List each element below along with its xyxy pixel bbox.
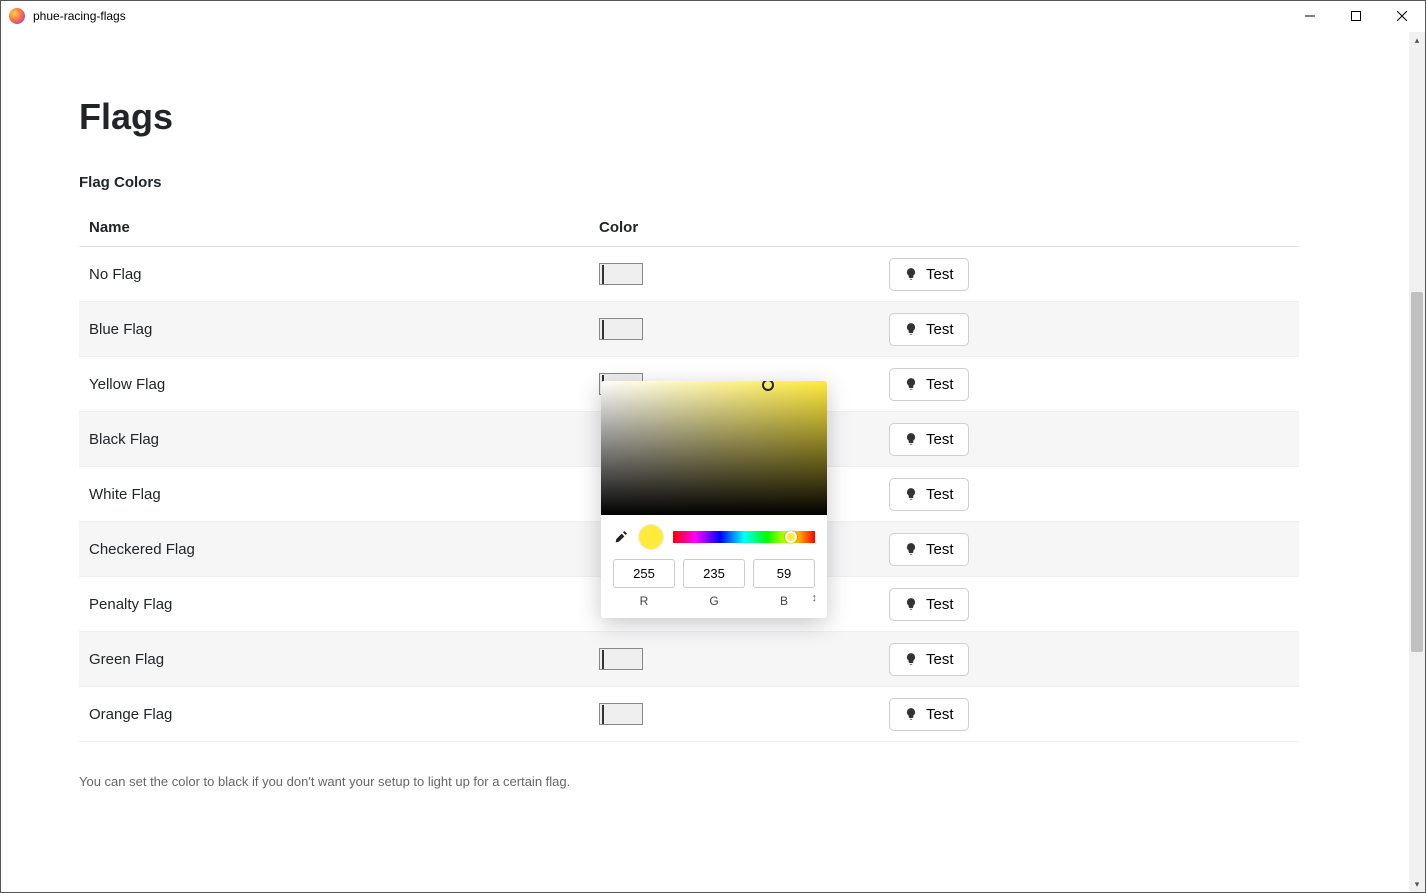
- color-swatch-inner: [602, 320, 604, 339]
- rgb-g-label: G: [683, 594, 745, 608]
- flag-color-cell: [589, 687, 879, 742]
- scroll-down-icon[interactable]: ▾: [1409, 876, 1425, 892]
- close-icon: [1397, 11, 1407, 21]
- rgb-b-input[interactable]: [753, 559, 815, 588]
- test-button[interactable]: Test: [889, 368, 969, 401]
- test-button-label: Test: [926, 706, 954, 723]
- close-button[interactable]: [1379, 1, 1425, 31]
- minimize-icon: [1305, 11, 1315, 21]
- col-actions: [879, 209, 1299, 247]
- flag-actions: Test: [879, 522, 1299, 577]
- bulb-icon: [904, 707, 918, 721]
- table-row: Green Flag Test: [79, 632, 1299, 687]
- window-controls: [1287, 1, 1425, 31]
- color-swatch-inner: [602, 650, 604, 669]
- page-title: Flags: [79, 96, 1409, 138]
- flag-actions: Test: [879, 247, 1299, 302]
- app-window: phue-racing-flags Flags Flag Colors Name…: [0, 0, 1426, 893]
- hue-handle[interactable]: [785, 531, 797, 543]
- flag-name: Checkered Flag: [79, 522, 589, 577]
- table-header-row: Name Color: [79, 209, 1299, 247]
- bulb-icon: [904, 542, 918, 556]
- flag-name: Yellow Flag: [79, 357, 589, 412]
- sv-handle[interactable]: [762, 381, 774, 391]
- bulb-icon: [904, 652, 918, 666]
- table-row: Orange Flag Test: [79, 687, 1299, 742]
- flag-actions: Test: [879, 412, 1299, 467]
- rgb-r-label: R: [613, 594, 675, 608]
- rgb-r-input[interactable]: [613, 559, 675, 588]
- vertical-scrollbar[interactable]: ▴ ▾: [1409, 32, 1425, 892]
- hue-slider[interactable]: [673, 531, 815, 543]
- flag-name: Penalty Flag: [79, 577, 589, 632]
- flag-actions: Test: [879, 302, 1299, 357]
- flag-color-cell: [589, 302, 879, 357]
- flag-name: Orange Flag: [79, 687, 589, 742]
- flag-actions: Test: [879, 632, 1299, 687]
- col-color: Color: [589, 209, 879, 247]
- test-button-label: Test: [926, 651, 954, 668]
- color-picker[interactable]: R G B ↕: [601, 381, 827, 618]
- flag-color-cell: [589, 632, 879, 687]
- titlebar: phue-racing-flags: [1, 1, 1425, 31]
- eyedropper-icon[interactable]: [613, 529, 629, 545]
- section-label: Flag Colors: [79, 174, 1409, 191]
- color-swatch[interactable]: [599, 648, 643, 670]
- test-button[interactable]: Test: [889, 258, 969, 291]
- bulb-icon: [904, 487, 918, 501]
- app-icon: [9, 8, 25, 24]
- bulb-icon: [904, 267, 918, 281]
- test-button[interactable]: Test: [889, 478, 969, 511]
- test-button-label: Test: [926, 596, 954, 613]
- test-button[interactable]: Test: [889, 533, 969, 566]
- color-swatch[interactable]: [599, 263, 643, 285]
- test-button-label: Test: [926, 431, 954, 448]
- maximize-icon: [1351, 11, 1361, 21]
- flag-name: No Flag: [79, 247, 589, 302]
- test-button[interactable]: Test: [889, 588, 969, 621]
- bulb-icon: [904, 432, 918, 446]
- bulb-icon: [904, 377, 918, 391]
- test-button[interactable]: Test: [889, 698, 969, 731]
- test-button-label: Test: [926, 486, 954, 503]
- hint-text: You can set the color to black if you do…: [79, 774, 1409, 789]
- color-swatch[interactable]: [599, 703, 643, 725]
- maximize-button[interactable]: [1333, 1, 1379, 31]
- test-button-label: Test: [926, 541, 954, 558]
- rgb-b-label: B: [753, 594, 815, 608]
- color-mode-toggle-icon[interactable]: ↕: [812, 592, 818, 604]
- table-row: Blue Flag Test: [79, 302, 1299, 357]
- color-swatch-inner: [602, 265, 604, 284]
- flag-name: Black Flag: [79, 412, 589, 467]
- rgb-g-input[interactable]: [683, 559, 745, 588]
- bulb-icon: [904, 597, 918, 611]
- test-button-label: Test: [926, 321, 954, 338]
- flag-color-cell: [589, 247, 879, 302]
- bulb-icon: [904, 322, 918, 336]
- scroll-up-icon[interactable]: ▴: [1409, 32, 1425, 48]
- color-preview: [639, 525, 663, 549]
- flag-name: White Flag: [79, 467, 589, 522]
- flag-actions: Test: [879, 357, 1299, 412]
- client-area: Flags Flag Colors Name Color No Flag Test…: [1, 31, 1425, 892]
- flag-actions: Test: [879, 687, 1299, 742]
- col-name: Name: [79, 209, 589, 247]
- table-row: No Flag Test: [79, 247, 1299, 302]
- minimize-button[interactable]: [1287, 1, 1333, 31]
- scroll-thumb[interactable]: [1411, 292, 1423, 652]
- flag-name: Green Flag: [79, 632, 589, 687]
- window-title: phue-racing-flags: [33, 9, 126, 23]
- color-swatch-inner: [602, 705, 604, 724]
- test-button[interactable]: Test: [889, 423, 969, 456]
- test-button[interactable]: Test: [889, 313, 969, 346]
- saturation-value-field[interactable]: [601, 381, 827, 515]
- test-button-label: Test: [926, 376, 954, 393]
- color-swatch[interactable]: [599, 318, 643, 340]
- flag-actions: Test: [879, 467, 1299, 522]
- flag-name: Blue Flag: [79, 302, 589, 357]
- test-button-label: Test: [926, 266, 954, 283]
- flag-actions: Test: [879, 577, 1299, 632]
- test-button[interactable]: Test: [889, 643, 969, 676]
